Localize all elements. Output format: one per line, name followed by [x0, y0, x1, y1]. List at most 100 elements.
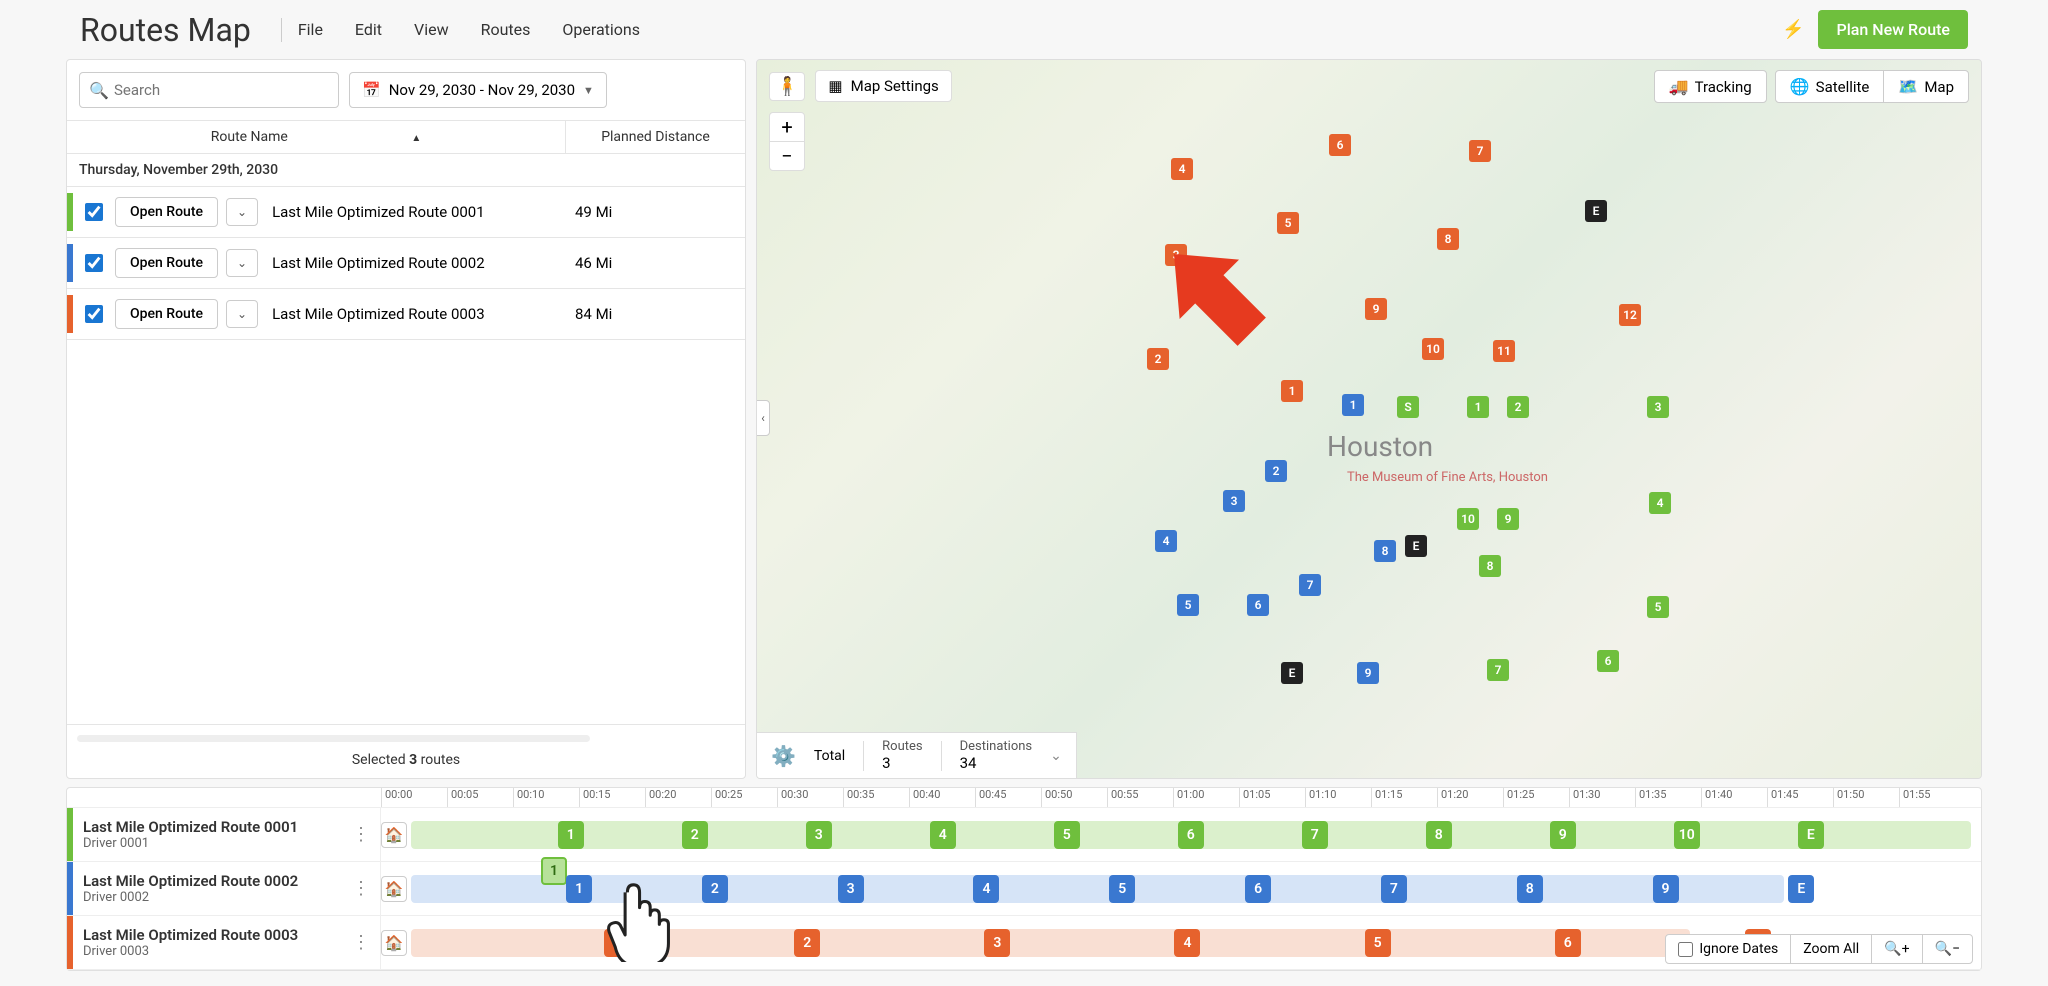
timeline-stop[interactable]: 1: [558, 821, 584, 849]
menu-edit[interactable]: Edit: [349, 16, 388, 43]
map-pin[interactable]: 2: [1265, 460, 1287, 482]
map-pin-start[interactable]: S: [1397, 396, 1419, 418]
map-pin[interactable]: 8: [1374, 540, 1396, 562]
timeline-stop[interactable]: 2: [794, 929, 820, 957]
route-dropdown-button[interactable]: ⌄: [226, 300, 258, 328]
timeline-stop[interactable]: E: [1798, 821, 1824, 849]
col-planned-distance[interactable]: Planned Distance: [565, 121, 745, 153]
timeline-stop[interactable]: 6: [1555, 929, 1581, 957]
map-pin[interactable]: 2: [1147, 348, 1169, 370]
streetview-pegman[interactable]: 🧍: [769, 72, 805, 101]
open-route-button[interactable]: Open Route: [115, 299, 218, 329]
map-pin[interactable]: 8: [1479, 555, 1501, 577]
timeline-stop[interactable]: E: [1788, 875, 1814, 903]
route-checkbox[interactable]: [85, 203, 103, 221]
route-checkbox[interactable]: [85, 254, 103, 272]
plan-new-route-button[interactable]: Plan New Route: [1818, 10, 1968, 49]
bolt-icon[interactable]: ⚡: [1782, 19, 1804, 40]
timeline-stop[interactable]: 3: [984, 929, 1010, 957]
home-icon[interactable]: 🏠: [381, 930, 407, 956]
map-pin[interactable]: 10: [1422, 338, 1444, 360]
map-pin[interactable]: 1: [1342, 394, 1364, 416]
map-pin[interactable]: 6: [1247, 594, 1269, 616]
timeline-stop[interactable]: 2: [682, 821, 708, 849]
timeline-row-menu[interactable]: ⋮: [342, 878, 380, 899]
map-pin[interactable]: 11: [1493, 340, 1515, 362]
map-pin[interactable]: 6: [1597, 650, 1619, 672]
map-pin[interactable]: 4: [1155, 530, 1177, 552]
map-settings-button[interactable]: ▦ Map Settings: [815, 70, 951, 102]
timeline-stop[interactable]: 8: [1517, 875, 1543, 903]
map-pin[interactable]: 3: [1223, 490, 1245, 512]
timeline-stop[interactable]: 5: [1109, 875, 1135, 903]
map-pin-end[interactable]: E: [1585, 200, 1607, 222]
map-pin[interactable]: 2: [1507, 396, 1529, 418]
search-input[interactable]: [79, 72, 339, 108]
map-pin[interactable]: 4: [1649, 492, 1671, 514]
timeline-stop[interactable]: 1: [566, 875, 592, 903]
map-pin[interactable]: 5: [1647, 596, 1669, 618]
map-toggle[interactable]: 🗺️Map: [1883, 71, 1968, 102]
map-pin[interactable]: 9: [1497, 508, 1519, 530]
timeline-stop[interactable]: 4: [1174, 929, 1200, 957]
timeline-stop[interactable]: 4: [930, 821, 956, 849]
gear-icon[interactable]: ⚙️: [771, 744, 796, 768]
tracking-toggle[interactable]: 🚚Tracking: [1655, 71, 1766, 102]
home-icon[interactable]: 🏠: [381, 822, 407, 848]
map-pin[interactable]: 4: [1171, 158, 1193, 180]
timeline-row-menu[interactable]: ⋮: [342, 824, 380, 845]
zoom-in-timeline[interactable]: 🔍+: [1871, 935, 1921, 963]
menu-operations[interactable]: Operations: [556, 16, 646, 43]
map-pin[interactable]: 9: [1365, 298, 1387, 320]
menu-routes[interactable]: Routes: [475, 16, 537, 43]
open-route-button[interactable]: Open Route: [115, 197, 218, 227]
map-pin[interactable]: 5: [1277, 212, 1299, 234]
timeline-stop[interactable]: 7: [1381, 875, 1407, 903]
map-panel[interactable]: Houston The Museum of Fine Arts, Houston…: [756, 59, 1982, 779]
route-dropdown-button[interactable]: ⌄: [226, 198, 258, 226]
menu-file[interactable]: File: [292, 16, 329, 43]
map-pin[interactable]: 1: [1281, 380, 1303, 402]
route-dropdown-button[interactable]: ⌄: [226, 249, 258, 277]
timeline-stop[interactable]: 3: [838, 875, 864, 903]
menu-view[interactable]: View: [408, 16, 455, 43]
map-pin[interactable]: 12: [1619, 304, 1641, 326]
timeline-track[interactable]: 12345678910E: [411, 821, 1971, 849]
timeline-stop[interactable]: 6: [1245, 875, 1271, 903]
timeline-stop[interactable]: 5: [1054, 821, 1080, 849]
map-pin[interactable]: 10: [1457, 508, 1479, 530]
open-route-button[interactable]: Open Route: [115, 248, 218, 278]
timeline-track[interactable]: 1 123456789E: [411, 875, 1971, 903]
route-checkbox[interactable]: [85, 305, 103, 323]
map-pin[interactable]: 5: [1177, 594, 1199, 616]
zoom-out-timeline[interactable]: 🔍−: [1922, 935, 1972, 963]
ignore-dates-checkbox[interactable]: [1678, 942, 1693, 957]
home-icon[interactable]: 🏠: [381, 876, 407, 902]
collapse-sidebar-handle[interactable]: ‹: [756, 400, 770, 436]
satellite-toggle[interactable]: 🌐Satellite: [1776, 71, 1884, 102]
horizontal-scrollbar[interactable]: [77, 735, 590, 742]
timeline-stop[interactable]: 6: [1178, 821, 1204, 849]
timeline-stop[interactable]: 4: [973, 875, 999, 903]
map-pin[interactable]: 3: [1647, 396, 1669, 418]
timeline-stop[interactable]: 5: [1365, 929, 1391, 957]
map-pin[interactable]: 7: [1469, 140, 1491, 162]
map-pin[interactable]: 7: [1299, 574, 1321, 596]
map-pin[interactable]: 7: [1487, 659, 1509, 681]
map-pin[interactable]: 1: [1467, 396, 1489, 418]
col-route-name[interactable]: Route Name ▲: [67, 121, 565, 153]
chevron-down-icon[interactable]: ⌄: [1050, 748, 1062, 764]
map-pin-end[interactable]: E: [1405, 535, 1427, 557]
map-pin[interactable]: 9: [1357, 662, 1379, 684]
timeline-stop[interactable]: 9: [1550, 821, 1576, 849]
map-pin[interactable]: 8: [1437, 228, 1459, 250]
date-range-picker[interactable]: 📅 Nov 29, 2030 - Nov 29, 2030 ▼: [349, 72, 607, 108]
timeline-stop[interactable]: 7: [1302, 821, 1328, 849]
timeline-stop[interactable]: 10: [1674, 821, 1700, 849]
timeline-stop[interactable]: 3: [806, 821, 832, 849]
timeline-stop[interactable]: 2: [702, 875, 728, 903]
map-pin[interactable]: 6: [1329, 134, 1351, 156]
dragging-stop[interactable]: 1: [541, 857, 567, 885]
map-pin-end[interactable]: E: [1281, 662, 1303, 684]
timeline-stop[interactable]: 1: [604, 929, 630, 957]
